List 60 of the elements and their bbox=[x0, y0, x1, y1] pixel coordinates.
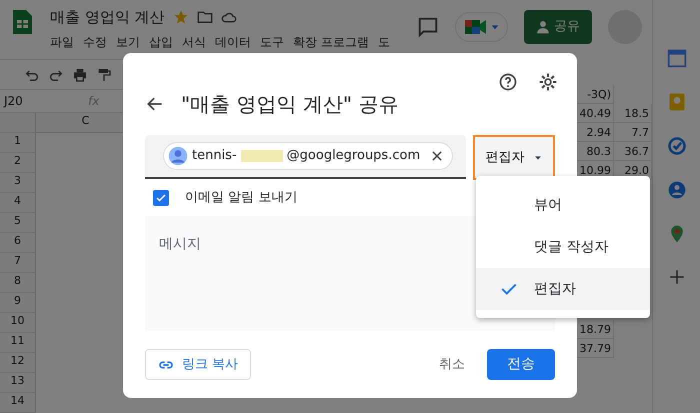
row-header: 7 bbox=[0, 253, 36, 273]
table-cell: 18.5 bbox=[614, 104, 652, 123]
row-header: 14 bbox=[0, 393, 36, 413]
role-dropdown[interactable]: 편집자 bbox=[473, 135, 555, 180]
menu-item[interactable]: 도 bbox=[378, 32, 390, 50]
dialog-title: "매출 영업익 계산" 공유 bbox=[181, 91, 400, 118]
menu-item[interactable]: 수정 bbox=[83, 32, 107, 50]
row-header: 10 bbox=[0, 313, 36, 333]
row-header: 9 bbox=[0, 293, 36, 313]
plus-icon[interactable] bbox=[668, 268, 686, 286]
caret-icon bbox=[491, 23, 499, 31]
corner-cell bbox=[0, 113, 36, 133]
help-icon[interactable] bbox=[498, 72, 518, 92]
table-cell: 36.7 bbox=[614, 142, 652, 161]
row-header: 6 bbox=[0, 233, 36, 253]
share-button[interactable]: 공유 bbox=[524, 10, 592, 44]
row-header: 2 bbox=[0, 153, 36, 173]
avatar-icon bbox=[168, 146, 188, 166]
cancel-button[interactable]: 취소 bbox=[433, 354, 471, 376]
row-header: 8 bbox=[0, 273, 36, 293]
row-header: 12 bbox=[0, 353, 36, 373]
redaction-block bbox=[240, 150, 283, 162]
tasks-icon[interactable] bbox=[666, 136, 686, 156]
send-button[interactable]: 전송 bbox=[487, 349, 555, 380]
row-header: 13 bbox=[0, 373, 36, 393]
star-icon[interactable] bbox=[172, 9, 189, 26]
recipient-email-start: tennis- bbox=[192, 147, 237, 166]
meet-button[interactable] bbox=[455, 12, 508, 42]
row-header: 1 bbox=[0, 133, 36, 153]
menu-item[interactable]: 도구 bbox=[260, 32, 284, 50]
recipient-field[interactable]: tennis- @googlegroups.com bbox=[145, 135, 466, 179]
row-header: 5 bbox=[0, 213, 36, 233]
row-header: 4 bbox=[0, 193, 36, 213]
menu-item[interactable]: 데이터 bbox=[215, 32, 251, 50]
menu-item[interactable]: 확장 프로그램 bbox=[293, 32, 369, 50]
menu-option[interactable]: 편집자 bbox=[476, 268, 650, 310]
recipient-chip[interactable]: tennis- @googlegroups.com bbox=[163, 142, 454, 170]
document-title[interactable]: 매출 영업익 계산 bbox=[50, 6, 165, 28]
menu-item[interactable]: 보기 bbox=[116, 32, 140, 50]
folder-icon[interactable] bbox=[196, 9, 213, 26]
menu-item[interactable]: 파일 bbox=[50, 32, 74, 50]
checkbox[interactable] bbox=[153, 190, 169, 206]
contacts-icon[interactable] bbox=[666, 180, 686, 200]
name-box[interactable]: J20 bbox=[0, 92, 80, 110]
table-cell: 7.7 bbox=[614, 123, 652, 142]
row-header: 3 bbox=[0, 173, 36, 193]
paint-format-icon[interactable] bbox=[96, 66, 112, 82]
calendar-icon[interactable] bbox=[666, 48, 686, 68]
recipient-email-end: @googlegroups.com bbox=[286, 147, 420, 166]
comment-icon[interactable] bbox=[417, 16, 439, 38]
menu-item[interactable]: 서식 bbox=[182, 32, 206, 50]
video-camera-icon bbox=[464, 18, 488, 36]
print-icon[interactable] bbox=[72, 66, 88, 82]
menu-item[interactable]: 삽입 bbox=[149, 32, 173, 50]
checkbox-label: 이메일 알림 보내기 bbox=[185, 189, 298, 207]
close-icon[interactable] bbox=[430, 149, 444, 163]
settings-icon[interactable] bbox=[538, 72, 558, 92]
copy-link-button[interactable]: 링크 복사 bbox=[145, 349, 252, 380]
person-icon bbox=[536, 20, 550, 34]
row-header: 11 bbox=[0, 333, 36, 353]
